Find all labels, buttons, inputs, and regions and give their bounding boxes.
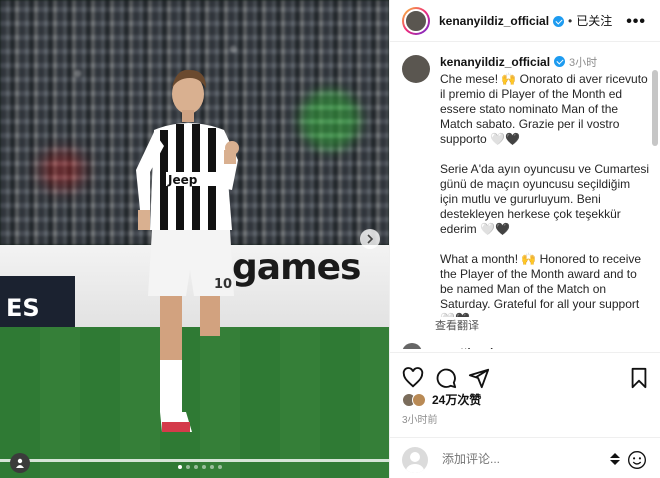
- emoji-icon[interactable]: [627, 450, 647, 470]
- current-user-avatar: [402, 447, 428, 473]
- comment-input[interactable]: [442, 452, 602, 466]
- next-slide-button[interactable]: [360, 229, 380, 249]
- more-icon[interactable]: •••: [626, 13, 646, 31]
- instagram-post: ES games Jeep 10 kenanyildiz_official • …: [0, 0, 660, 478]
- jersey-number: 10: [214, 277, 232, 292]
- carousel-indicator: [178, 465, 222, 469]
- carousel-dot: [186, 465, 190, 469]
- liker-avatar: [412, 392, 426, 407]
- commenter-username[interactable]: samettkaraboc: [432, 347, 510, 349]
- bookmark-icon[interactable]: [628, 367, 650, 389]
- carousel-dot: [194, 465, 198, 469]
- author-username[interactable]: kenanyildiz_official: [439, 14, 549, 28]
- jersey-sponsor: Jeep: [167, 173, 198, 187]
- user-icon: [16, 458, 24, 468]
- verified-badge-icon: [554, 56, 566, 67]
- likes-summary[interactable]: 24万次赞: [402, 391, 481, 408]
- comment-row: samettkaraboc: [402, 343, 510, 349]
- tagged-users-button[interactable]: [10, 453, 30, 473]
- caption-paragraph-en: What a month! 🙌 Honored to receive the P…: [440, 252, 642, 326]
- likes-count[interactable]: 24万次赞: [432, 391, 481, 408]
- carousel-dot: [202, 465, 206, 469]
- separator: •: [568, 13, 573, 28]
- post-time: 3小时前: [402, 415, 438, 426]
- caption-time: 3小时: [569, 57, 598, 69]
- comment-icon[interactable]: [435, 367, 457, 389]
- carousel-dot: [210, 465, 214, 469]
- caption: kenanyildiz_official 3小时 Che mese! 🙌 Onor…: [390, 43, 660, 342]
- caption-username[interactable]: kenanyildiz_official: [440, 55, 550, 69]
- carousel-dot: [218, 465, 222, 469]
- caption-avatar[interactable]: [402, 55, 430, 83]
- caption-paragraph-it: Che mese! 🙌 Onorato di aver ricevuto il …: [440, 72, 648, 146]
- heart-icon[interactable]: [402, 367, 424, 389]
- comments-section[interactable]: kenanyildiz_official 3小时 Che mese! 🙌 Onor…: [390, 43, 660, 349]
- chevron-right-icon: [367, 234, 374, 244]
- scrollbar[interactable]: [652, 70, 658, 146]
- comment-composer: [390, 437, 660, 478]
- share-icon[interactable]: [468, 367, 490, 389]
- verified-badge-icon: [553, 16, 565, 27]
- gif-icon[interactable]: [609, 451, 621, 467]
- following-status-button[interactable]: 已关注: [576, 12, 612, 29]
- board-left-panel: ES: [0, 276, 75, 327]
- post-header: kenanyildiz_official • 已关注 •••: [390, 0, 660, 42]
- post-side-panel: kenanyildiz_official • 已关注 ••• kenanyild…: [389, 0, 660, 478]
- carousel-dot: [178, 465, 182, 469]
- see-translation-link[interactable]: 查看翻译: [435, 317, 479, 333]
- football-player: Jeep 10: [136, 69, 239, 432]
- caption-paragraph-tr: Serie A'da ayın oyuncusu ve Cumartesi gü…: [440, 162, 650, 236]
- post-image[interactable]: ES games Jeep 10: [0, 0, 389, 478]
- author-avatar[interactable]: [402, 6, 430, 35]
- commenter-avatar[interactable]: [402, 343, 422, 349]
